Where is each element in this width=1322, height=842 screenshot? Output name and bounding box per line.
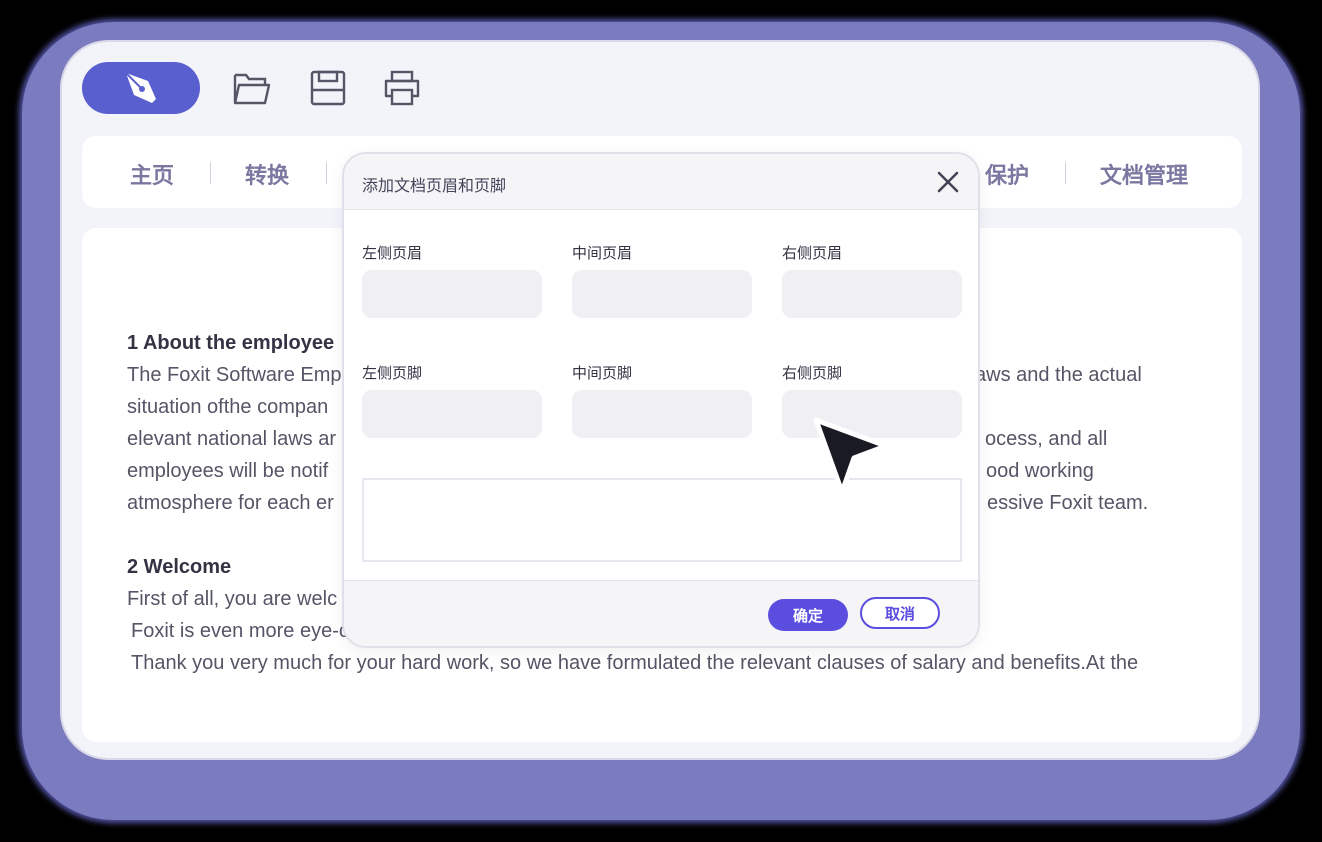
center-footer-input[interactable]: [572, 390, 752, 438]
open-folder-icon: [233, 73, 271, 105]
confirm-button[interactable]: 确定: [768, 599, 848, 631]
right-header-input[interactable]: [782, 270, 962, 318]
pen-nib-icon: [125, 72, 156, 103]
close-icon[interactable]: [936, 170, 960, 194]
save-icon: [310, 70, 346, 106]
tab-divider: [210, 162, 211, 184]
print-icon: [384, 70, 420, 106]
body-line: situation ofthe compan: [127, 396, 329, 418]
save-button[interactable]: [308, 68, 348, 108]
dialog-footer: 确定 取消: [344, 580, 978, 646]
body-line: ood working: [986, 460, 1094, 482]
app-logo-button[interactable]: [82, 62, 200, 114]
left-footer-input[interactable]: [362, 390, 542, 438]
center-header-label: 中间页眉: [572, 244, 633, 262]
center-footer-label: 中间页脚: [572, 364, 633, 382]
left-footer-label: 左侧页脚: [362, 364, 423, 382]
body-line: employees will be notif: [127, 460, 329, 482]
tab-divider: [326, 162, 327, 184]
left-header-label: 左侧页眉: [362, 244, 423, 262]
mouse-pointer-icon: [813, 417, 889, 495]
body-line: Thank you very much for your hard work, …: [131, 652, 1139, 674]
section-heading: 1 About the employee: [127, 332, 335, 354]
left-header-input[interactable]: [362, 270, 542, 318]
body-line: The Foxit Software Emp: [127, 364, 342, 386]
body-line: Foxit is even more eye-c: [131, 620, 349, 642]
center-header-input[interactable]: [572, 270, 752, 318]
header-footer-dialog: 添加文档页眉和页脚 左侧页眉 中间页眉 右侧页眉 左侧页脚 中间页脚 右侧页脚 …: [342, 152, 980, 648]
tab-convert[interactable]: 转换: [245, 158, 289, 190]
tab-document-management[interactable]: 文档管理: [1100, 158, 1188, 190]
dialog-title: 添加文档页眉和页脚: [362, 176, 507, 195]
dialog-header: 添加文档页眉和页脚: [344, 154, 978, 210]
print-button[interactable]: [382, 68, 422, 108]
right-header-label: 右侧页眉: [782, 244, 843, 262]
tab-home[interactable]: 主页: [130, 158, 174, 190]
open-folder-button[interactable]: [232, 68, 272, 108]
body-line: aws and the actual: [975, 364, 1142, 386]
body-line: atmosphere for each er: [127, 492, 334, 514]
right-footer-label: 右侧页脚: [782, 364, 843, 382]
cancel-button[interactable]: 取消: [860, 597, 940, 629]
body-line: essive Foxit team.: [987, 492, 1149, 514]
body-line: ocess, and all: [985, 428, 1108, 450]
section-heading: 2 Welcome: [127, 556, 232, 578]
body-line: First of all, you are welc: [127, 588, 338, 610]
body-line: elevant national laws ar: [127, 428, 337, 450]
tab-divider: [1065, 162, 1066, 184]
tab-protect[interactable]: 保护: [985, 158, 1029, 190]
